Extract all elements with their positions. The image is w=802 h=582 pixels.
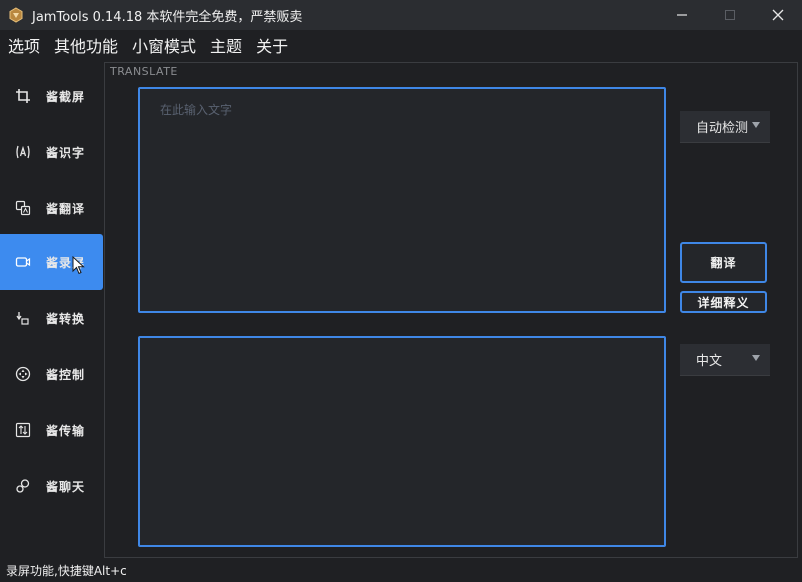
result-text-output[interactable] xyxy=(138,336,666,547)
sidebar-item-screenshot[interactable]: 酱截屏 xyxy=(0,68,103,124)
minimize-button[interactable] xyxy=(658,0,706,30)
sidebar-item-record[interactable]: 酱录屏 xyxy=(0,234,103,290)
mouse-cursor-icon xyxy=(72,256,85,275)
menu-theme[interactable]: 主题 xyxy=(202,33,248,57)
sidebar-item-label: 酱识字 xyxy=(46,145,86,160)
sidebar-item-label: 酱翻译 xyxy=(46,201,86,216)
jamtools-logo-icon xyxy=(9,7,23,23)
sidebar-item-label: 酱转换 xyxy=(46,311,86,326)
sidebar-item-label: 酱传输 xyxy=(46,423,86,438)
target-language-value: 中文 xyxy=(696,354,723,369)
target-language-select[interactable]: 中文 xyxy=(680,344,770,376)
sidebar-item-label: 酱截屏 xyxy=(46,89,86,104)
translate-icon xyxy=(14,199,32,217)
menu-mini-mode[interactable]: 小窗模式 xyxy=(124,33,202,57)
source-language-select[interactable]: 自动检测 xyxy=(680,111,770,143)
source-text-input[interactable]: 在此输入文字 xyxy=(138,87,666,313)
sidebar-item-transfer[interactable]: 酱传输 xyxy=(0,402,103,458)
sidebar-item-convert[interactable]: 酱转换 xyxy=(0,290,103,346)
menu-other-functions[interactable]: 其他功能 xyxy=(46,33,124,57)
status-bar: 录屏功能,快捷键Alt+c xyxy=(0,558,802,582)
title-bar: JamTools 0.14.18 本软件完全免费，严禁贩卖 xyxy=(0,0,802,30)
app-window: JamTools 0.14.18 本软件完全免费，严禁贩卖 选项 其他功能 小窗… xyxy=(0,0,802,582)
sidebar: 酱截屏 酱识字 酱翻译 酱录屏 酱转换 酱控制 酱传输 酱聊天 xyxy=(0,62,103,558)
minimize-icon xyxy=(677,14,687,16)
chat-icon xyxy=(14,477,32,495)
menu-bar: 选项 其他功能 小窗模式 主题 关于 xyxy=(0,30,802,60)
maximize-icon xyxy=(725,10,735,20)
sidebar-item-chat[interactable]: 酱聊天 xyxy=(0,458,103,514)
translate-button[interactable]: 翻译 xyxy=(680,242,767,283)
detail-button-label: 详细释义 xyxy=(697,295,750,310)
chevron-down-icon xyxy=(752,122,760,128)
translate-button-label: 翻译 xyxy=(710,256,737,270)
sidebar-item-control[interactable]: 酱控制 xyxy=(0,346,103,402)
close-button[interactable] xyxy=(754,0,802,30)
window-title: JamTools 0.14.18 本软件完全免费，严禁贩卖 xyxy=(32,9,303,25)
translate-panel: TRANSLATE 在此输入文字 自动检测 翻译 详细释义 中文 xyxy=(104,62,798,558)
sidebar-item-label: 酱聊天 xyxy=(46,479,86,494)
menu-about[interactable]: 关于 xyxy=(248,33,294,57)
input-placeholder: 在此输入文字 xyxy=(160,103,233,117)
source-language-value: 自动检测 xyxy=(696,121,749,136)
ocr-icon xyxy=(14,143,32,161)
sidebar-item-label: 酱控制 xyxy=(46,367,86,382)
sidebar-item-translate[interactable]: 酱翻译 xyxy=(0,180,103,236)
detail-definition-button[interactable]: 详细释义 xyxy=(680,291,767,313)
maximize-button[interactable] xyxy=(706,0,754,30)
status-text: 录屏功能,快捷键Alt+c xyxy=(6,563,127,578)
control-icon xyxy=(14,365,32,383)
close-icon xyxy=(772,9,784,21)
sidebar-item-ocr[interactable]: 酱识字 xyxy=(0,124,103,180)
record-icon xyxy=(14,253,32,271)
menu-options[interactable]: 选项 xyxy=(0,33,46,57)
section-title: TRANSLATE xyxy=(110,65,178,78)
transfer-icon xyxy=(14,421,32,439)
convert-icon xyxy=(14,309,32,327)
chevron-down-icon xyxy=(752,355,760,361)
crop-icon xyxy=(14,87,32,105)
